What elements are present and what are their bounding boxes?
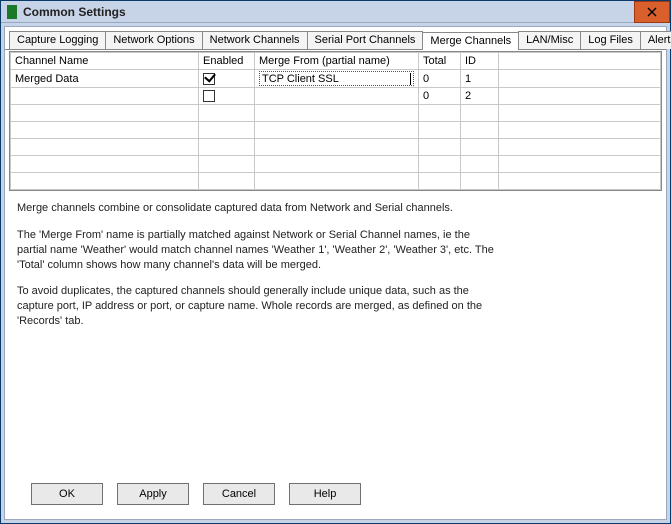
checkbox-icon[interactable] (203, 73, 215, 85)
help-paragraph: The 'Merge From' name is partially match… (17, 228, 497, 273)
cell-id: 2 (461, 88, 499, 105)
close-button[interactable] (634, 1, 670, 23)
tab-label: Network Channels (210, 34, 300, 46)
client-area: Capture Logging Network Options Network … (4, 26, 667, 520)
cell-merge-from[interactable] (255, 88, 419, 105)
grid-header-row: Channel Name Enabled Merge From (partial… (11, 53, 661, 70)
cell-channel-name[interactable] (11, 88, 199, 105)
window-title: Common Settings (23, 5, 634, 19)
help-text: Merge channels combine or consolidate ca… (9, 191, 662, 345)
col-header-enabled[interactable]: Enabled (199, 53, 255, 70)
button-label: Apply (139, 488, 167, 500)
tab-capture-logging[interactable]: Capture Logging (9, 31, 106, 49)
button-label: OK (59, 488, 75, 500)
button-label: Cancel (222, 488, 256, 500)
grid-body: Merged Data TCP Client SSL 0 1 (11, 70, 661, 190)
cell-merge-from[interactable]: TCP Client SSL (255, 70, 419, 88)
cancel-button[interactable]: Cancel (203, 483, 275, 505)
cell-enabled[interactable] (199, 70, 255, 88)
tab-lan-misc[interactable]: LAN/Misc (518, 31, 581, 49)
help-button[interactable]: Help (289, 483, 361, 505)
tab-label: Serial Port Channels (315, 34, 416, 46)
merge-channels-grid[interactable]: Channel Name Enabled Merge From (partial… (9, 51, 662, 191)
cell-id: 1 (461, 70, 499, 88)
ok-button[interactable]: OK (31, 483, 103, 505)
col-header-merge-from[interactable]: Merge From (partial name) (255, 53, 419, 70)
apply-button[interactable]: Apply (117, 483, 189, 505)
tab-label: Alerts (648, 34, 671, 46)
table-row[interactable]: 0 2 (11, 88, 661, 105)
cell-channel-name[interactable]: Merged Data (11, 70, 199, 88)
tab-label: Capture Logging (17, 34, 98, 46)
tab-label: Network Options (113, 34, 194, 46)
tab-merge-channels[interactable]: Merge Channels (422, 32, 519, 50)
table-row[interactable]: Merged Data TCP Client SSL 0 1 (11, 70, 661, 88)
checkbox-icon[interactable] (203, 90, 215, 102)
tab-alerts[interactable]: Alerts (640, 31, 671, 49)
cell-blank (499, 88, 661, 105)
col-header-blank (499, 53, 661, 70)
table-row[interactable] (11, 173, 661, 190)
spacer (9, 345, 662, 475)
app-icon (7, 5, 17, 19)
titlebar: Common Settings (1, 1, 670, 23)
tab-content: Channel Name Enabled Merge From (partial… (5, 50, 666, 519)
tab-serial-port-channels[interactable]: Serial Port Channels (307, 31, 424, 49)
tab-strip: Capture Logging Network Options Network … (5, 27, 666, 50)
button-label: Help (314, 488, 337, 500)
cell-total: 0 (419, 88, 461, 105)
tab-network-channels[interactable]: Network Channels (202, 31, 308, 49)
col-header-total[interactable]: Total (419, 53, 461, 70)
tab-label: Log Files (588, 34, 633, 46)
dialog-buttons: OK Apply Cancel Help (9, 475, 662, 515)
table-row[interactable] (11, 105, 661, 122)
col-header-name[interactable]: Channel Name (11, 53, 199, 70)
table-row[interactable] (11, 122, 661, 139)
merge-from-input[interactable]: TCP Client SSL (259, 71, 414, 86)
cell-enabled[interactable] (199, 88, 255, 105)
settings-window: Common Settings Capture Logging Network … (0, 0, 671, 524)
tab-network-options[interactable]: Network Options (105, 31, 202, 49)
help-paragraph: Merge channels combine or consolidate ca… (17, 201, 497, 216)
cell-total: 0 (419, 70, 461, 88)
tab-label: LAN/Misc (526, 34, 573, 46)
tab-log-files[interactable]: Log Files (580, 31, 641, 49)
cell-blank (499, 70, 661, 88)
tab-label: Merge Channels (430, 35, 511, 47)
close-icon (647, 7, 657, 17)
table-row[interactable] (11, 139, 661, 156)
col-header-id[interactable]: ID (461, 53, 499, 70)
help-paragraph: To avoid duplicates, the captured channe… (17, 284, 497, 329)
table-row[interactable] (11, 156, 661, 173)
